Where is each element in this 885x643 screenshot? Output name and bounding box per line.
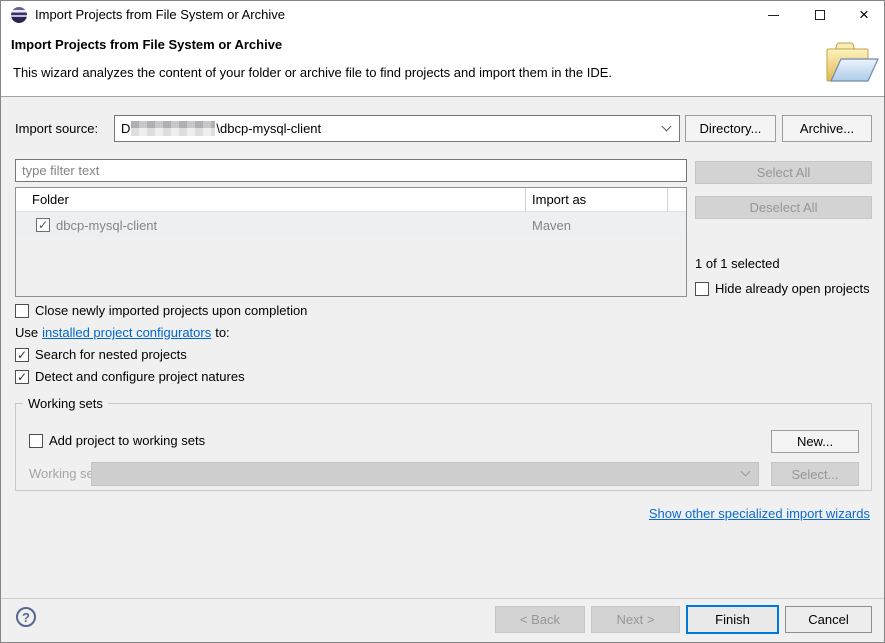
use-suffix: to: [215,325,229,340]
maximize-icon [815,10,825,20]
filter-input[interactable] [15,159,687,182]
next-button[interactable]: Next > [591,606,680,633]
use-prefix: Use [15,325,38,340]
import-source-value: D\dbcp-mysql-client [121,121,321,136]
checkmark-icon: ✓ [17,371,27,383]
selection-status: 1 of 1 selected [695,256,780,271]
add-to-working-sets-label: Add project to working sets [49,433,205,448]
select-all-button[interactable]: Select All [695,161,872,184]
wizard-header: Import Projects from File System or Arch… [1,29,884,97]
back-button[interactable]: < Back [495,606,585,633]
column-header-folder[interactable]: Folder [32,188,69,212]
project-folder-name: dbcp-mysql-client [56,218,157,233]
column-header-import-as[interactable]: Import as [532,188,586,212]
checkmark-icon: ✓ [17,349,27,361]
close-newly-imported-label: Close newly imported projects upon compl… [35,303,307,318]
table-header: Folder Import as [16,188,686,212]
project-checkbox[interactable]: ✓ dbcp-mysql-client [36,218,157,233]
installed-configurators-link[interactable]: installed project configurators [42,325,211,340]
column-divider[interactable] [667,188,668,212]
chevron-down-icon[interactable] [662,121,672,131]
minimize-button[interactable] [751,1,796,29]
select-working-set-button[interactable]: Select... [771,462,859,486]
detect-natures-checkbox[interactable]: ✓ Detect and configure project natures [15,369,245,384]
help-icon: ? [22,610,30,625]
working-sets-combo [91,462,759,486]
page-description: This wizard analyzes the content of your… [13,65,612,80]
column-divider[interactable] [525,188,526,212]
configurators-line: Use installed project configurators to: [15,325,230,340]
working-sets-group-label: Working sets [23,396,108,411]
checkmark-icon: ✓ [38,219,48,231]
table-row[interactable]: ✓ dbcp-mysql-client Maven [16,212,686,238]
directory-button[interactable]: Directory... [685,115,776,142]
import-source-combo[interactable]: D\dbcp-mysql-client [114,115,680,142]
finish-button[interactable]: Finish [686,605,779,634]
page-title: Import Projects from File System or Arch… [11,37,282,52]
minimize-icon [768,15,779,16]
project-import-as: Maven [532,218,571,233]
window-title: Import Projects from File System or Arch… [35,1,285,29]
import-projects-dialog: Import Projects from File System or Arch… [0,0,885,643]
other-wizards-link[interactable]: Show other specialized import wizards [649,506,870,521]
hide-open-projects-label: Hide already open projects [715,281,870,296]
detect-natures-label: Detect and configure project natures [35,369,245,384]
redacted-path-mosaic [131,121,215,136]
eclipse-logo-icon [11,7,27,23]
projects-table: Folder Import as ✓ dbcp-mysql-client Mav… [15,187,687,297]
add-to-working-sets-checkbox[interactable]: Add project to working sets [29,433,205,448]
maximize-button[interactable] [797,1,842,29]
cancel-button[interactable]: Cancel [785,606,872,633]
search-nested-label: Search for nested projects [35,347,187,362]
close-newly-imported-checkbox[interactable]: Close newly imported projects upon compl… [15,303,307,318]
close-icon: × [859,5,869,25]
close-button[interactable]: × [842,1,885,29]
help-button[interactable]: ? [16,607,36,627]
open-folder-icon [822,39,880,87]
new-working-set-button[interactable]: New... [771,430,859,453]
footer-divider [1,598,884,599]
title-bar: Import Projects from File System or Arch… [1,1,884,29]
chevron-down-icon [741,467,751,477]
search-nested-checkbox[interactable]: ✓ Search for nested projects [15,347,187,362]
hide-open-projects-checkbox[interactable]: Hide already open projects [695,281,870,296]
import-source-label: Import source: [15,115,98,142]
archive-button[interactable]: Archive... [782,115,872,142]
deselect-all-button[interactable]: Deselect All [695,196,872,219]
